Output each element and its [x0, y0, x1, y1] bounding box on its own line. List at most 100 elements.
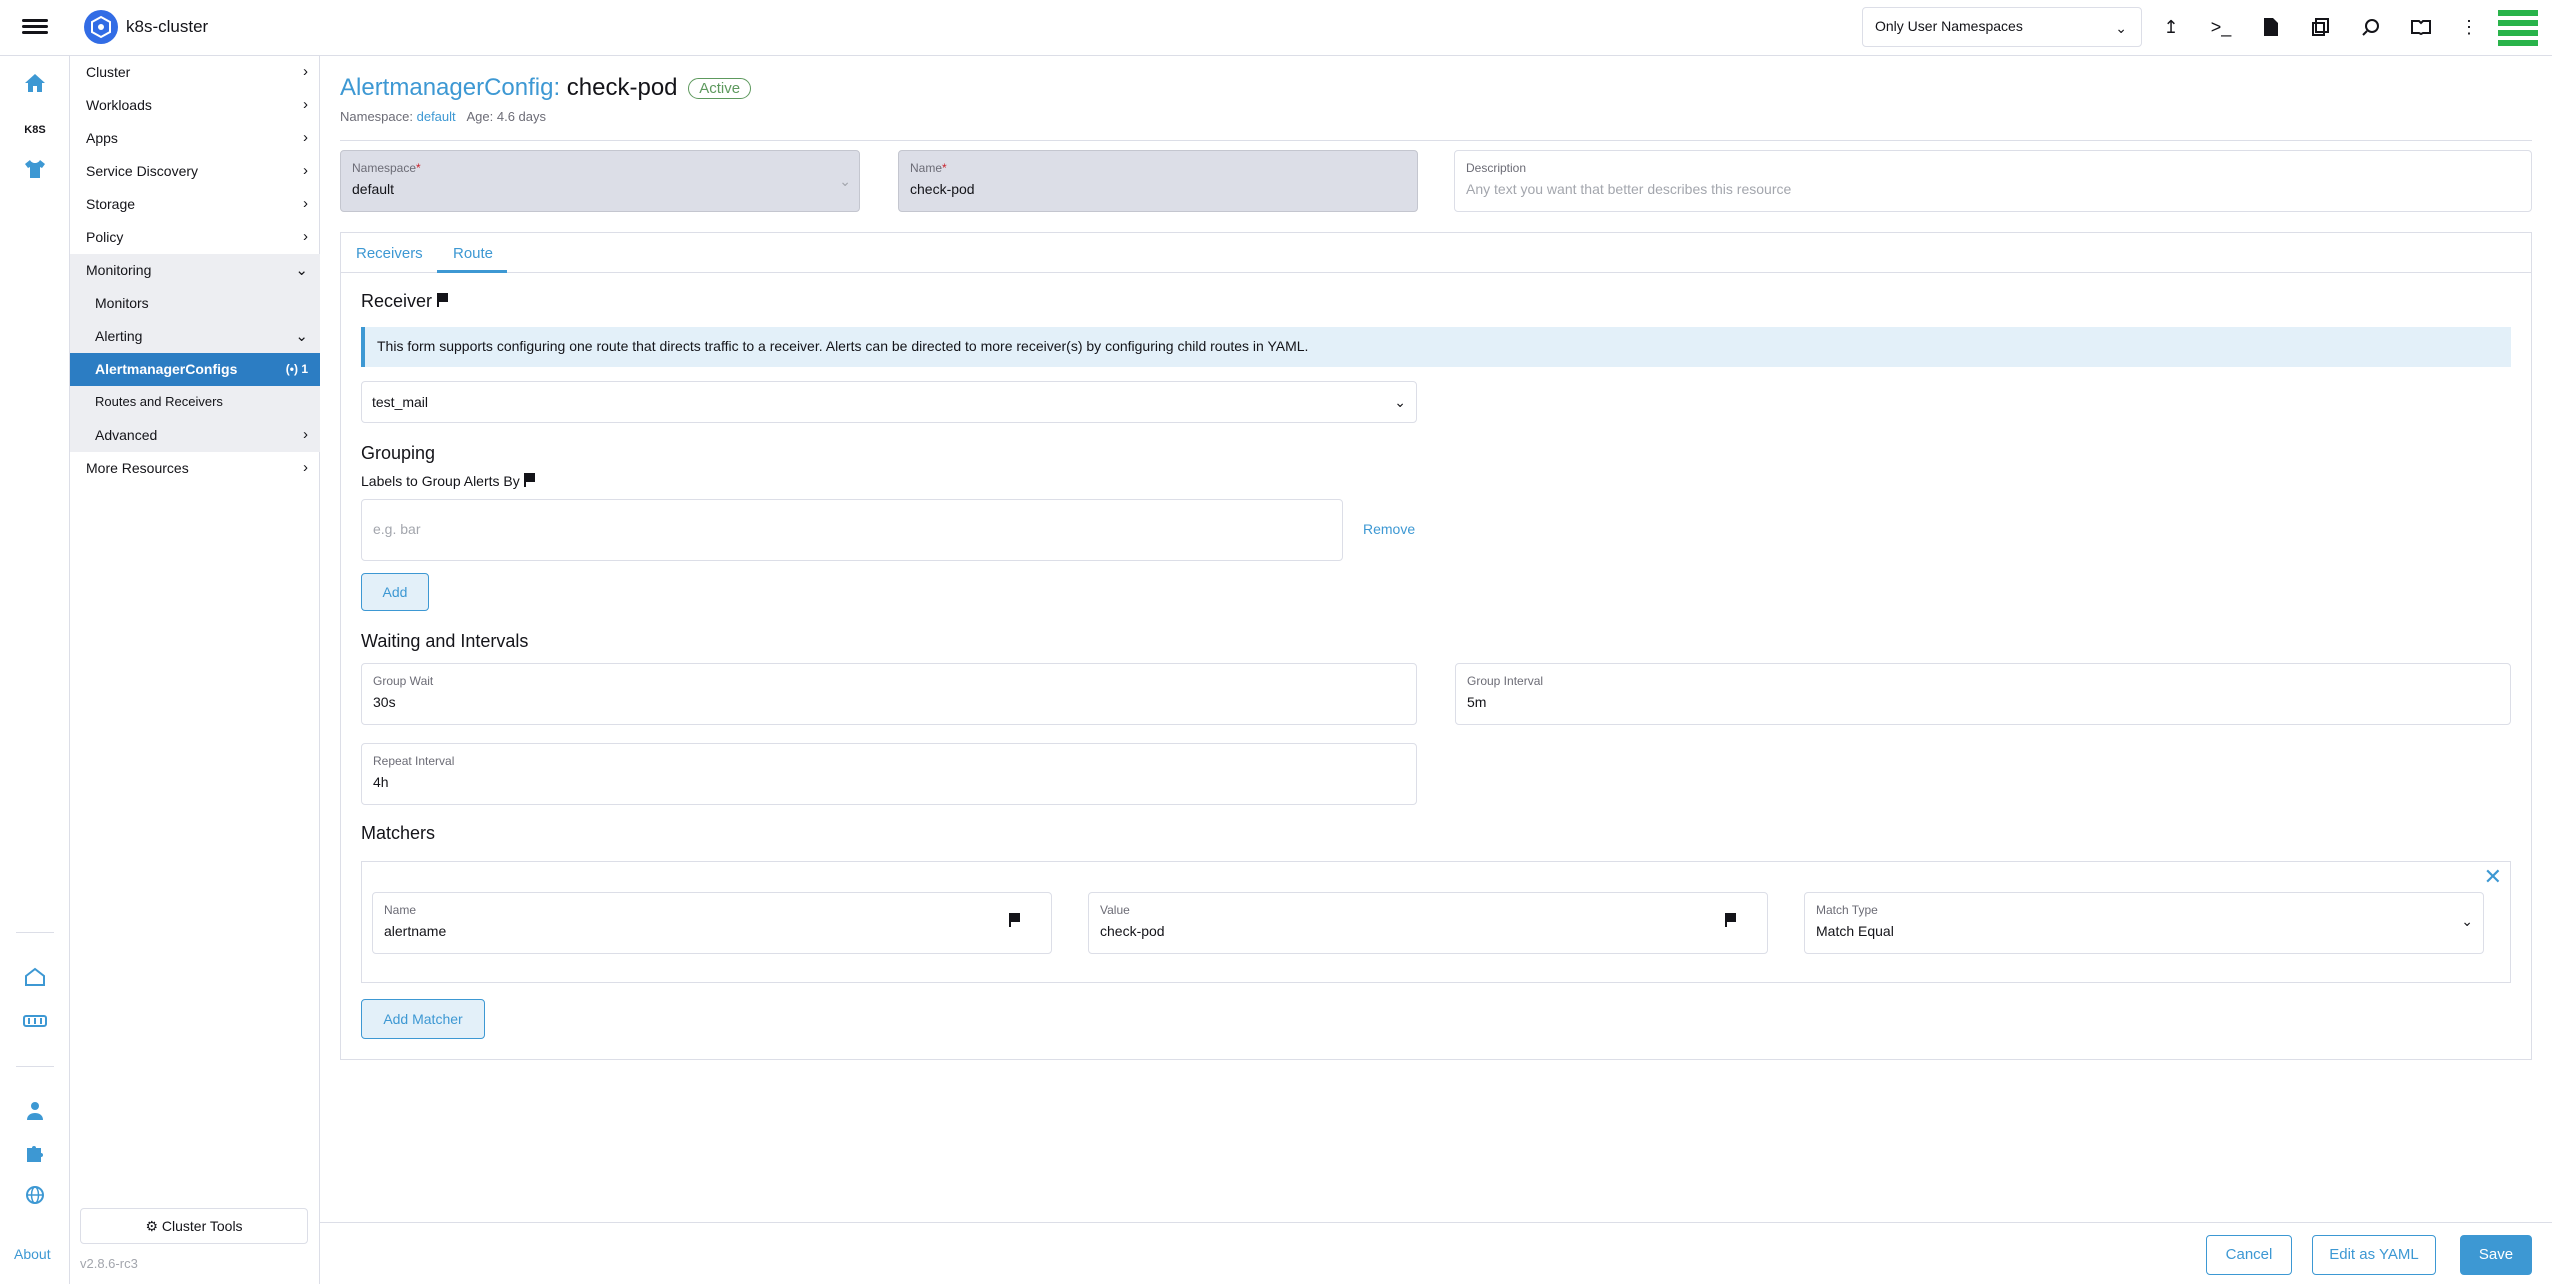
group-labels-text: Labels to Group Alerts By — [361, 473, 520, 489]
nav-label: Apps — [86, 130, 118, 146]
kubectl-shell-icon[interactable]: >_ — [2208, 14, 2234, 40]
matcher-value-field[interactable]: Value check-pod — [1088, 892, 1768, 954]
group-labels-title: Labels to Group Alerts By — [361, 473, 536, 489]
nav-apps[interactable]: Apps › — [70, 122, 320, 155]
group-wait-field[interactable]: Group Wait 30s — [361, 663, 1417, 725]
nav-label: Monitors — [95, 295, 149, 311]
namespace-field[interactable]: Namespace* default ⌄ — [340, 150, 860, 212]
extensions-puzzle-icon[interactable] — [20, 1138, 50, 1168]
matcher-name-field[interactable]: Name alertname — [372, 892, 1052, 954]
nav-workloads[interactable]: Workloads › — [70, 89, 320, 122]
add-group-label-button[interactable]: Add — [361, 573, 429, 611]
kubeconfig-file-icon[interactable] — [2258, 14, 2284, 40]
kubernetes-logo-icon — [84, 10, 118, 44]
group-by-placeholder: e.g. bar — [373, 521, 421, 537]
match-type-select[interactable]: Match Type Match Equal ⌄ — [1804, 892, 2484, 954]
close-icon[interactable]: ✕ — [2484, 864, 2502, 890]
group-wait-label: Group Wait — [373, 674, 434, 688]
match-type-label: Match Type — [1816, 903, 1878, 917]
about-link[interactable]: About — [14, 1246, 51, 1262]
menu-icon[interactable] — [22, 16, 48, 40]
cancel-button[interactable]: Cancel — [2206, 1235, 2292, 1275]
globe-icon[interactable] — [20, 1180, 50, 1210]
divider — [340, 140, 2532, 141]
nav-alerting[interactable]: Alerting ⌄ — [70, 320, 320, 353]
nav-more-resources[interactable]: More Resources › — [70, 452, 320, 485]
cluster-tools-label: Cluster Tools — [161, 1218, 243, 1234]
left-rail: K8S About — [0, 56, 70, 1284]
receiver-select[interactable]: test_mail ⌄ — [361, 381, 1417, 423]
upload-icon[interactable]: ↥ — [2158, 14, 2184, 40]
chevron-down-icon: ⌄ — [2115, 20, 2127, 36]
description-field[interactable]: Description Any text you want that bette… — [1454, 150, 2532, 212]
nav-alertmanagerconfigs[interactable]: AlertmanagerConfigs (•) 1 — [70, 353, 320, 386]
virtualization-icon[interactable] — [20, 1006, 50, 1036]
matcher-name-label: Name — [384, 903, 417, 917]
chevron-down-icon: ⌄ — [295, 328, 308, 345]
nav-label: Service Discovery — [86, 163, 199, 179]
fleet-icon[interactable] — [20, 962, 50, 992]
namespace-filter-value: Only User Namespaces — [1875, 18, 2023, 34]
matchers-section-title: Matchers — [361, 823, 436, 843]
home-icon[interactable] — [20, 68, 50, 98]
repeat-interval-label: Repeat Interval — [373, 754, 455, 768]
chevron-down-icon: ⌄ — [295, 262, 308, 279]
cluster-tools-button[interactable]: ⚙ Cluster Tools — [80, 1208, 308, 1244]
docs-book-icon[interactable] — [2408, 14, 2434, 40]
namespace-link[interactable]: default — [417, 109, 456, 124]
nav-service-discovery[interactable]: Service Discovery › — [70, 155, 320, 188]
repeat-interval-field[interactable]: Repeat Interval 4h — [361, 743, 1417, 805]
matcher-name-value: alertname — [384, 923, 447, 939]
info-flag-icon — [523, 473, 535, 487]
name-value: check-pod — [910, 181, 975, 197]
match-type-value: Match Equal — [1816, 923, 1894, 939]
namespace-filter-select[interactable]: Only User Namespaces ⌄ — [1862, 7, 2142, 47]
copy-kubeconfig-icon[interactable] — [2308, 14, 2334, 40]
name-field[interactable]: Name* check-pod — [898, 150, 1418, 212]
group-by-input[interactable]: e.g. bar — [361, 499, 1343, 561]
nav-cluster[interactable]: Cluster › — [70, 56, 320, 89]
edit-as-yaml-button[interactable]: Edit as YAML — [2312, 1235, 2436, 1275]
form-footer: Cancel Edit as YAML Save — [320, 1222, 2552, 1284]
nav-label: Cluster — [86, 64, 131, 80]
rail-divider — [16, 932, 54, 933]
user-icon[interactable] — [20, 1096, 50, 1126]
shirt-cluster-icon[interactable] — [20, 154, 50, 184]
namespace-prefix: Namespace: — [340, 109, 413, 124]
group-interval-label: Group Interval — [1467, 674, 1544, 688]
more-actions-icon[interactable]: ⋮ — [2456, 14, 2482, 40]
search-icon[interactable] — [2358, 14, 2384, 40]
tab-bar: Receivers Route — [341, 233, 2531, 273]
tab-receivers[interactable]: Receivers — [356, 245, 423, 262]
remove-group-label-button[interactable]: Remove — [1363, 521, 1415, 537]
chevron-right-icon: › — [303, 63, 308, 80]
matcher-row: ✕ Name alertname Value check-pod Match T… — [361, 861, 2511, 983]
cluster-name: k8s-cluster — [126, 17, 209, 36]
nav-label: Advanced — [95, 427, 158, 443]
group-interval-field[interactable]: Group Interval 5m — [1455, 663, 2511, 725]
nav-policy[interactable]: Policy › — [70, 221, 320, 254]
nav-advanced[interactable]: Advanced › — [70, 419, 320, 452]
nav-monitors[interactable]: Monitors — [70, 287, 320, 320]
group-wait-value: 30s — [373, 694, 396, 710]
resource-name: check-pod — [566, 74, 678, 101]
save-button[interactable]: Save — [2460, 1235, 2532, 1275]
chevron-right-icon: › — [303, 162, 308, 179]
waiting-section-title: Waiting and Intervals — [361, 631, 529, 651]
nav-monitoring[interactable]: Monitoring ⌄ — [70, 254, 320, 287]
repeat-interval-value: 4h — [373, 774, 389, 790]
chevron-right-icon: › — [303, 459, 308, 476]
nav-routes-and-receivers[interactable]: Routes and Receivers — [70, 386, 320, 419]
chevron-down-icon: ⌄ — [1394, 394, 1406, 410]
tab-route[interactable]: Route — [453, 245, 493, 262]
active-tab-indicator — [437, 270, 507, 273]
grouping-section-title: Grouping — [361, 443, 436, 463]
info-banner: This form supports configuring one route… — [361, 327, 2511, 367]
resource-type[interactable]: AlertmanagerConfig: — [340, 74, 560, 101]
page-title: AlertmanagerConfig: check-pod Active — [340, 74, 752, 102]
add-matcher-button[interactable]: Add Matcher — [361, 999, 485, 1039]
resource-meta: Namespace: default Age: 4.6 days — [340, 109, 546, 124]
nav-storage[interactable]: Storage › — [70, 188, 320, 221]
cluster-k8s-badge[interactable]: K8S — [18, 118, 52, 142]
main-content: AlertmanagerConfig: check-pod Active Nam… — [320, 56, 2552, 1284]
